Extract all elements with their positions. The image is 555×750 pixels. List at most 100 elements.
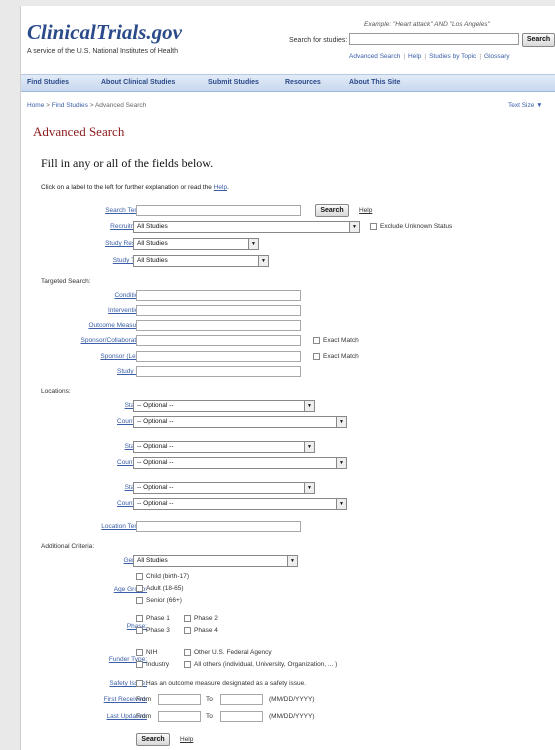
state-1-select[interactable]: -- Optional -- ▼ [133, 400, 315, 412]
phase-3-checkbox[interactable] [136, 627, 143, 634]
funder-other-fed-checkbox[interactable] [184, 649, 191, 656]
first-received-from-label: From [136, 696, 152, 703]
breadcrumb: Home > Find Studies > Advanced Search [27, 102, 147, 109]
last-updated-date-format: (MM/DD/YYYY) [269, 713, 315, 720]
site-tagline: A service of the U.S. National Institute… [27, 48, 178, 55]
age-adult-checkbox[interactable] [136, 585, 143, 592]
form-help-link[interactable]: Help [359, 207, 372, 214]
conditions-input[interactable] [136, 290, 301, 301]
breadcrumb-home[interactable]: Home [27, 102, 44, 109]
study-ids-input[interactable] [136, 366, 301, 377]
header-links: Advanced Search | Help | Studies by Topic | Gl… [349, 53, 510, 60]
chevron-down-icon: ▼ [336, 417, 346, 427]
funder-all-others-label: All others (individual, University, Orga… [194, 661, 338, 668]
section-additional-criteria: Additional Criteria: [41, 543, 95, 550]
section-locations: Locations: [41, 388, 71, 395]
breadcrumb-find-studies[interactable]: Find Studies [52, 102, 88, 109]
phase-3-label: Phase 3 [146, 627, 170, 634]
gender-select[interactable]: All Studies ▼ [133, 555, 298, 567]
advanced-search-link[interactable]: Advanced Search [349, 53, 400, 60]
sponsor-collaborators-input[interactable] [136, 335, 301, 346]
safety-issue-checkbox[interactable] [136, 680, 143, 687]
state-3-select[interactable]: -- Optional -- ▼ [133, 482, 315, 494]
click-note: Click on a label to the left for further… [41, 184, 229, 191]
interventions-input[interactable] [136, 305, 301, 316]
exact-match-label: Exact Match [323, 353, 359, 360]
recruitment-select[interactable]: All Studies ▼ [133, 221, 360, 233]
section-targeted-search: Targeted Search: [41, 278, 91, 285]
last-updated-from-input[interactable] [158, 711, 201, 722]
last-updated-from-label: From [136, 713, 152, 720]
phase-4-checkbox[interactable] [184, 627, 191, 634]
first-received-to-label: To [206, 696, 213, 703]
chevron-down-icon: ▼ [304, 401, 314, 411]
country-2-select[interactable]: -- Optional -- ▼ [133, 457, 347, 469]
funder-all-others-checkbox[interactable] [184, 661, 191, 668]
nav-about-clinical-studies[interactable]: About Clinical Studies [101, 79, 175, 86]
outcome-measures-input[interactable] [136, 320, 301, 331]
state-2-select[interactable]: -- Optional -- ▼ [133, 441, 315, 453]
chevron-down-icon: ▼ [287, 556, 297, 566]
funder-other-fed-label: Other U.S. Federal Agency [194, 649, 272, 656]
phase-2-label: Phase 2 [194, 615, 218, 622]
main-nav: Find Studies About Clinical Studies Subm… [21, 74, 555, 92]
studies-by-topic-link[interactable]: Studies by Topic [429, 53, 476, 60]
age-child-checkbox[interactable] [136, 573, 143, 580]
funder-nih-label: NIH [146, 649, 158, 656]
phase-1-label: Phase 1 [146, 615, 170, 622]
click-note-help-link[interactable]: Help [214, 184, 227, 191]
exclude-unknown-checkbox[interactable] [370, 223, 377, 230]
study-type-select[interactable]: All Studies ▼ [133, 255, 269, 267]
phase-4-label: Phase 4 [194, 627, 218, 634]
nav-resources[interactable]: Resources [285, 79, 321, 86]
nav-submit-studies[interactable]: Submit Studies [208, 79, 259, 86]
last-updated-to-input[interactable] [220, 711, 263, 722]
age-child-label: Child (birth-17) [146, 573, 189, 580]
chevron-down-icon: ▼ [336, 458, 346, 468]
study-results-select[interactable]: All Studies ▼ [133, 238, 259, 250]
search-label: Search for studies: [289, 37, 348, 44]
nav-about-this-site[interactable]: About This Site [349, 79, 400, 86]
country-1-select[interactable]: -- Optional -- ▼ [133, 416, 347, 428]
sponsor-collab-exact-match-checkbox[interactable] [313, 337, 320, 344]
header-search-input[interactable] [349, 33, 519, 45]
bottom-help-link[interactable]: Help [180, 736, 193, 743]
chevron-down-icon: ▼ [304, 442, 314, 452]
search-terms-input[interactable] [136, 205, 301, 216]
first-received-to-input[interactable] [220, 694, 263, 705]
phase-2-checkbox[interactable] [184, 615, 191, 622]
header-search-button[interactable]: Search [522, 33, 555, 47]
safety-issue-label: Has an outcome measure designated as a s… [146, 680, 307, 687]
exclude-unknown-label: Exclude Unknown Status [380, 223, 453, 230]
country-3-select[interactable]: -- Optional -- ▼ [133, 498, 347, 510]
funder-nih-checkbox[interactable] [136, 649, 143, 656]
nav-find-studies[interactable]: Find Studies [27, 79, 69, 86]
form-intro: Fill in any or all of the fields below. [41, 156, 214, 170]
last-updated-to-label: To [206, 713, 213, 720]
page: ClinicalTrials.gov A service of the U.S.… [20, 6, 555, 750]
age-senior-checkbox[interactable] [136, 597, 143, 604]
site-logo[interactable]: ClinicalTrials.gov [27, 20, 182, 45]
location-terms-input[interactable] [136, 521, 301, 532]
first-received-from-input[interactable] [158, 694, 201, 705]
page-title: Advanced Search [33, 124, 125, 139]
sponsor-lead-input[interactable] [136, 351, 301, 362]
form-search-button[interactable]: Search [315, 204, 349, 217]
chevron-down-icon: ▼ [304, 483, 314, 493]
sponsor-lead-exact-match-checkbox[interactable] [313, 353, 320, 360]
funder-industry-label: Industry [146, 661, 170, 668]
phase-1-checkbox[interactable] [136, 615, 143, 622]
text-size-control[interactable]: Text Size ▼ [508, 102, 543, 109]
funder-industry-checkbox[interactable] [136, 661, 143, 668]
chevron-down-icon: ▼ [258, 256, 268, 266]
chevron-down-icon: ▼ [336, 499, 346, 509]
age-senior-label: Senior (66+) [146, 597, 182, 604]
help-link[interactable]: Help [408, 53, 421, 60]
first-received-date-format: (MM/DD/YYYY) [269, 696, 315, 703]
exact-match-label: Exact Match [323, 337, 359, 344]
search-example: Example: "Heart attack" AND "Los Angeles… [364, 21, 490, 28]
glossary-link[interactable]: Glossary [484, 53, 510, 60]
age-adult-label: Adult (18-65) [146, 585, 184, 592]
bottom-search-button[interactable]: Search [136, 733, 170, 746]
breadcrumb-current: Advanced Search [94, 102, 147, 109]
